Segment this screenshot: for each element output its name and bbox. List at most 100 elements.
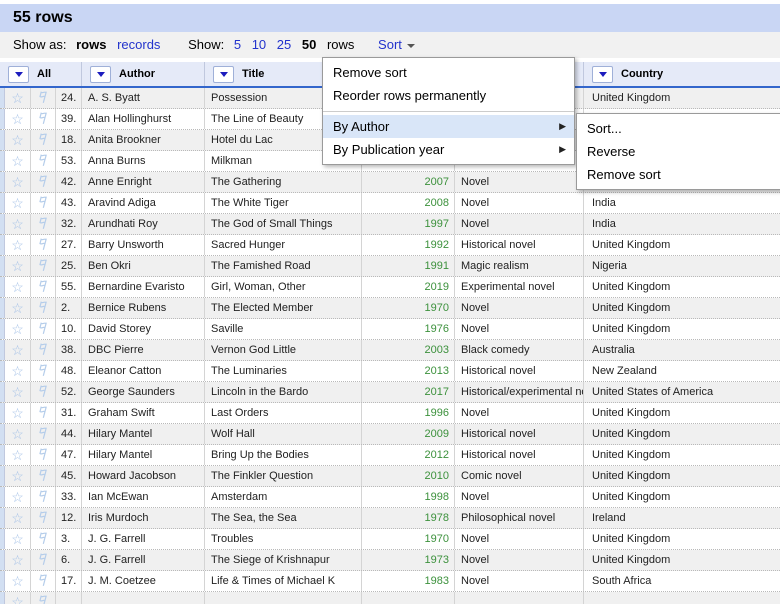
flag-icon[interactable]	[36, 279, 50, 296]
flag-icon[interactable]	[36, 195, 50, 212]
star-icon[interactable]: ☆	[11, 217, 24, 231]
page-size-10-link[interactable]: 10	[252, 37, 266, 52]
year-link[interactable]: 1991	[425, 260, 449, 272]
star-icon[interactable]: ☆	[11, 448, 24, 462]
star-icon[interactable]: ☆	[11, 469, 24, 483]
flag-icon[interactable]	[36, 573, 50, 590]
star-icon[interactable]: ☆	[11, 280, 24, 294]
column-menu-button-country[interactable]	[592, 65, 613, 83]
year-link[interactable]: 2003	[425, 344, 449, 356]
column-header-label: Country	[621, 68, 664, 80]
submenu-item-sort-[interactable]: Sort...	[577, 117, 780, 140]
star-icon[interactable]: ☆	[11, 490, 24, 504]
column-menu-button-title[interactable]	[213, 65, 234, 83]
star-icon[interactable]: ☆	[11, 112, 24, 126]
year-link[interactable]: 1998	[425, 491, 449, 503]
flag-icon[interactable]	[36, 342, 50, 359]
flag-icon[interactable]	[36, 363, 50, 380]
flag-icon[interactable]	[36, 174, 50, 191]
flag-icon[interactable]	[36, 426, 50, 443]
flag-icon[interactable]	[36, 321, 50, 338]
flag-icon[interactable]	[36, 384, 50, 401]
flag-cell	[31, 361, 56, 381]
star-icon[interactable]: ☆	[11, 175, 24, 189]
star-icon[interactable]: ☆	[11, 238, 24, 252]
star-icon[interactable]: ☆	[11, 532, 24, 546]
star-icon[interactable]: ☆	[11, 406, 24, 420]
year-link[interactable]: 1997	[425, 218, 449, 230]
year-link[interactable]: 2008	[425, 197, 449, 209]
star-icon[interactable]: ☆	[11, 595, 24, 604]
cell-genre: Magic realism	[455, 256, 584, 276]
year-link[interactable]: 1983	[425, 575, 449, 587]
cell-publication-year: 1996	[362, 403, 455, 423]
star-cell: ☆	[5, 529, 31, 549]
page-size-50-option[interactable]: 50	[302, 37, 316, 52]
column-header-author[interactable]: Author	[82, 62, 205, 86]
year-link[interactable]: 2012	[425, 449, 449, 461]
flag-icon[interactable]	[36, 405, 50, 422]
show-as-records-link[interactable]: records	[117, 37, 160, 52]
cell-author: Alan Hollinghurst	[82, 109, 205, 129]
flag-icon[interactable]	[36, 594, 50, 604]
year-link[interactable]: 2019	[425, 281, 449, 293]
column-menu-button-all[interactable]	[8, 65, 29, 83]
flag-icon[interactable]	[36, 468, 50, 485]
year-link[interactable]: 1996	[425, 407, 449, 419]
flag-icon[interactable]	[36, 447, 50, 464]
year-link[interactable]: 2010	[425, 470, 449, 482]
year-link[interactable]: 2013	[425, 365, 449, 377]
star-icon[interactable]: ☆	[11, 91, 24, 105]
cell-publication-year: 1970	[362, 298, 455, 318]
flag-icon[interactable]	[36, 153, 50, 170]
year-link[interactable]: 2007	[425, 176, 449, 188]
menu-item-remove-sort[interactable]: Remove sort	[323, 61, 574, 84]
star-icon[interactable]: ☆	[11, 364, 24, 378]
star-icon[interactable]: ☆	[11, 427, 24, 441]
year-link[interactable]: 1970	[425, 533, 449, 545]
menu-item-reorder-rows-permanently[interactable]: Reorder rows permanently	[323, 84, 574, 107]
column-header-country[interactable]: Country	[584, 62, 780, 86]
menu-item-by-publication-year[interactable]: By Publication year ▶	[323, 138, 574, 161]
year-link[interactable]: 1973	[425, 554, 449, 566]
year-link[interactable]: 1978	[425, 512, 449, 524]
star-icon[interactable]: ☆	[11, 196, 24, 210]
star-icon[interactable]: ☆	[11, 553, 24, 567]
submenu-item-remove-sort[interactable]: Remove sort	[577, 163, 780, 186]
sort-menu-button[interactable]: Sort	[378, 37, 415, 52]
year-link[interactable]: 1970	[425, 302, 449, 314]
star-icon[interactable]: ☆	[11, 154, 24, 168]
flag-icon[interactable]	[36, 216, 50, 233]
page-size-25-link[interactable]: 25	[277, 37, 291, 52]
flag-icon[interactable]	[36, 132, 50, 149]
year-link[interactable]: 2017	[425, 386, 449, 398]
flag-icon[interactable]	[36, 300, 50, 317]
star-cell: ☆	[5, 298, 31, 318]
year-link[interactable]: 1976	[425, 323, 449, 335]
flag-icon[interactable]	[36, 258, 50, 275]
star-icon[interactable]: ☆	[11, 343, 24, 357]
year-link[interactable]: 1992	[425, 239, 449, 251]
flag-icon[interactable]	[36, 552, 50, 569]
flag-icon[interactable]	[36, 531, 50, 548]
star-icon[interactable]: ☆	[11, 511, 24, 525]
show-as-rows-option[interactable]: rows	[76, 37, 106, 52]
star-cell: ☆	[5, 130, 31, 150]
star-icon[interactable]: ☆	[11, 574, 24, 588]
flag-icon[interactable]	[36, 237, 50, 254]
page-size-5-link[interactable]: 5	[234, 37, 241, 52]
star-icon[interactable]: ☆	[11, 322, 24, 336]
submenu-item-reverse[interactable]: Reverse	[577, 140, 780, 163]
star-icon[interactable]: ☆	[11, 385, 24, 399]
year-link[interactable]: 2009	[425, 428, 449, 440]
column-header-all[interactable]: All	[0, 62, 82, 86]
flag-icon[interactable]	[36, 510, 50, 527]
flag-icon[interactable]	[36, 111, 50, 128]
column-menu-button-author[interactable]	[90, 65, 111, 83]
star-icon[interactable]: ☆	[11, 259, 24, 273]
flag-icon[interactable]	[36, 90, 50, 107]
star-icon[interactable]: ☆	[11, 301, 24, 315]
flag-icon[interactable]	[36, 489, 50, 506]
menu-item-by-author[interactable]: By Author ▶	[323, 115, 574, 138]
star-icon[interactable]: ☆	[11, 133, 24, 147]
